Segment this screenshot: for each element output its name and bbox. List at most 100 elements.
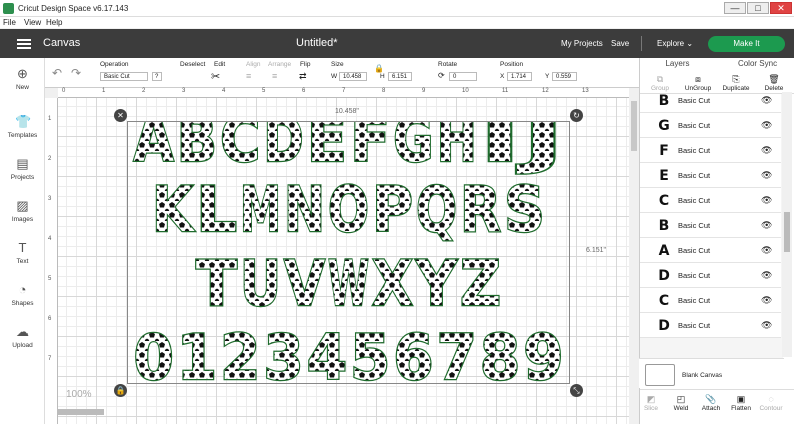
weld-icon: ◰	[676, 394, 686, 404]
width-input[interactable]: 10.458	[339, 72, 367, 81]
layer-label: Basic Cut	[678, 296, 711, 305]
hamburger-menu-icon[interactable]	[17, 39, 31, 49]
resize-handle-icon[interactable]: ⤡	[570, 384, 583, 397]
eye-icon[interactable]: 👁	[761, 170, 772, 181]
close-window-button[interactable]: ✕	[770, 2, 792, 14]
delete-button[interactable]: 🗑 Delete	[756, 74, 792, 92]
arrange-button[interactable]: Arrange	[268, 61, 291, 68]
ungroup-button[interactable]: ⧈ UnGroup	[680, 74, 716, 92]
undo-icon[interactable]: ↶	[52, 66, 62, 80]
ruler-tick-label: 4	[48, 236, 52, 242]
sidebar-item-text[interactable]: T Text	[0, 240, 45, 265]
weld-button[interactable]: ◰ Weld	[665, 394, 697, 412]
x-position-input[interactable]: 1.714	[507, 72, 532, 81]
attach-button[interactable]: 📎 Attach	[695, 394, 727, 412]
slice-button[interactable]: ◩ Slice	[635, 394, 667, 412]
sidebar-item-label: Projects	[10, 174, 35, 181]
operation-help-button[interactable]: ?	[152, 72, 162, 81]
layer-row[interactable]: B Basic Cut 👁	[640, 94, 781, 113]
flip-icon[interactable]: ⇄	[299, 71, 307, 82]
canvas-horizontal-scrollbar[interactable]	[58, 409, 104, 415]
zoom-level[interactable]: 100%	[66, 389, 92, 400]
operation-select[interactable]: Basic Cut	[100, 72, 148, 81]
plus-icon: ⊕	[17, 66, 28, 81]
menu-view[interactable]: View	[24, 18, 41, 27]
lock-icon[interactable]: 🔒	[374, 64, 384, 73]
contour-button[interactable]: ◌ Contour	[755, 394, 787, 412]
align-button[interactable]: Align	[246, 61, 260, 68]
sidebar-item-new[interactable]: ⊕ New	[0, 66, 45, 91]
eye-icon[interactable]: 👁	[761, 145, 772, 156]
layer-row[interactable]: A Basic Cut 👁	[640, 238, 781, 263]
close-selection-icon[interactable]: ✕	[114, 109, 127, 122]
layer-label: Basic Cut	[678, 271, 711, 280]
sidebar-item-shapes[interactable]: ◔ Shapes	[0, 282, 45, 307]
ruler-tick-label: 11	[502, 88, 509, 94]
eye-icon[interactable]: 👁	[761, 320, 772, 331]
group-button[interactable]: ⧉ Group	[642, 74, 678, 92]
scroll-thumb[interactable]	[631, 101, 637, 151]
canvas-vertical-scrollbar[interactable]	[629, 98, 639, 424]
eye-icon[interactable]: 👁	[761, 95, 772, 106]
ruler-tick-label: 5	[48, 276, 52, 282]
eye-icon[interactable]: 👁	[761, 245, 772, 256]
layer-row[interactable]: F Basic Cut 👁	[640, 138, 781, 163]
layer-label: Basic Cut	[678, 246, 711, 255]
rotate-icon: ⟳	[438, 71, 445, 80]
redo-icon[interactable]: ↷	[71, 66, 81, 80]
ruler-tick-label: 3	[182, 88, 186, 94]
eye-icon[interactable]: 👁	[761, 295, 772, 306]
height-input[interactable]: 6.151	[388, 72, 412, 81]
lock-proportion-icon[interactable]: 🔒	[114, 384, 127, 397]
tab-layers[interactable]: Layers	[640, 58, 715, 70]
shapes-icon: ◔	[18, 282, 27, 297]
projects-icon: ▤	[16, 156, 29, 171]
y-label: Y	[545, 73, 550, 80]
layers-scrollbar[interactable]	[782, 92, 792, 357]
tool-label: Delete	[764, 85, 784, 92]
maximize-button[interactable]: □	[747, 2, 769, 14]
save-button[interactable]: Save	[611, 39, 629, 48]
eye-icon[interactable]: 👁	[761, 195, 772, 206]
layer-row[interactable]: B Basic Cut 👁	[640, 213, 781, 238]
align-icon: ≡	[246, 71, 252, 81]
eye-icon[interactable]: 👁	[761, 270, 772, 281]
layer-row[interactable]: E Basic Cut 👁	[640, 163, 781, 188]
y-position-input[interactable]: 0.559	[552, 72, 577, 81]
flatten-button[interactable]: ▣ Flatten	[725, 394, 757, 412]
edit-tools-icon[interactable]: ✂	[211, 70, 220, 83]
eye-icon[interactable]: 👁	[761, 220, 772, 231]
machine-select[interactable]: Explore ⌄	[657, 39, 693, 48]
layer-row[interactable]: D Basic Cut 👁	[640, 313, 781, 338]
my-projects-link[interactable]: My Projects	[561, 39, 603, 48]
eye-icon[interactable]: 👁	[761, 120, 772, 131]
ruler-tick-label: 7	[342, 88, 346, 94]
layer-label: Basic Cut	[678, 321, 711, 330]
app-header: Canvas Untitled* My Projects Save Explor…	[0, 29, 794, 58]
rotate-input[interactable]: 0	[449, 72, 477, 81]
layer-row[interactable]: G Basic Cut 👁	[640, 113, 781, 138]
layer-row[interactable]: C Basic Cut 👁	[640, 288, 781, 313]
minimize-button[interactable]: —	[724, 2, 746, 14]
sidebar-item-upload[interactable]: ☁ Upload	[0, 324, 45, 349]
deselect-button[interactable]: Deselect	[180, 61, 205, 68]
edit-toolbar: ↶ ↷ Operation Basic Cut ? Deselect Edit …	[45, 58, 639, 88]
tab-color-sync[interactable]: Color Sync	[720, 58, 794, 70]
blank-canvas-row[interactable]: Blank Canvas	[639, 358, 784, 388]
layer-row[interactable]: D Basic Cut 👁	[640, 263, 781, 288]
sidebar-item-templates[interactable]: 👕 Templates	[0, 114, 45, 139]
duplicate-icon: ⎘	[732, 74, 740, 84]
menu-help[interactable]: Help	[46, 18, 62, 27]
layers-scroll-thumb[interactable]	[784, 212, 790, 252]
edit-label: Edit	[214, 61, 226, 68]
menu-file[interactable]: File	[3, 18, 16, 27]
layer-row[interactable]: C Basic Cut 👁	[640, 188, 781, 213]
position-label: Position	[500, 61, 524, 68]
make-it-button[interactable]: Make It	[708, 36, 785, 52]
sidebar-item-projects[interactable]: ▤ Projects	[0, 156, 45, 181]
layer-tools: ⧉ Group ⧈ UnGroup ⎘ Duplicate 🗑 Delete	[640, 72, 794, 94]
rotate-handle-icon[interactable]: ↻	[570, 109, 583, 122]
sidebar-item-images[interactable]: ▨ Images	[0, 198, 45, 223]
duplicate-button[interactable]: ⎘ Duplicate	[718, 74, 754, 92]
header-divider	[641, 36, 642, 51]
